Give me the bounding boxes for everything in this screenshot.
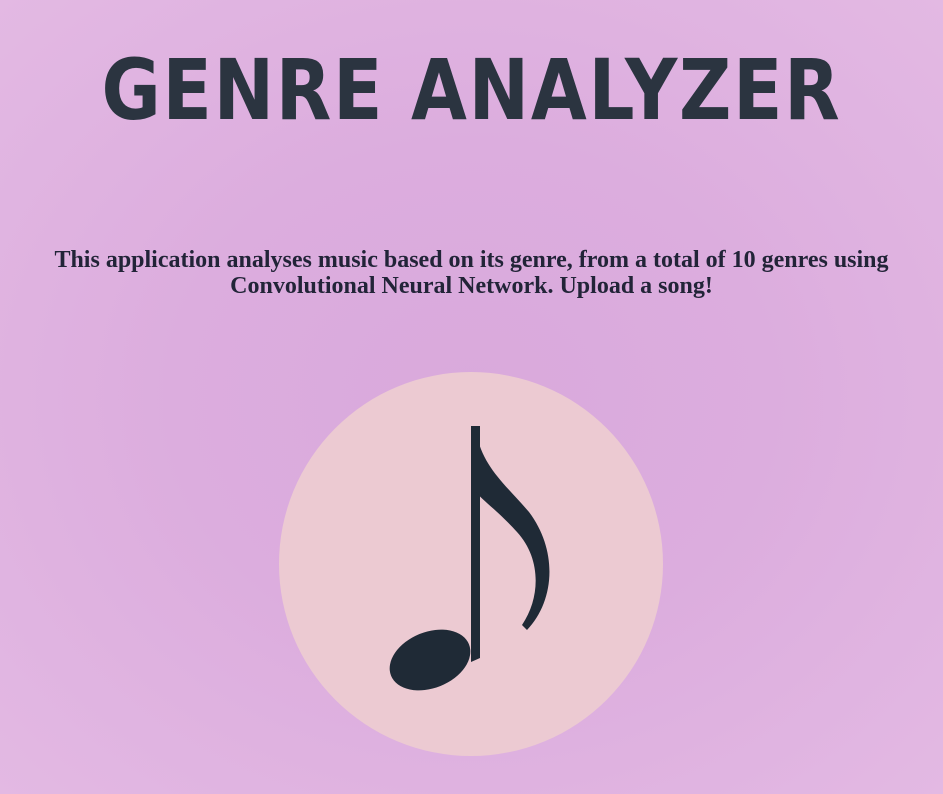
app-description: This application analyses music based on… (54, 247, 889, 299)
app-page: GENRE ANALYZER This application analyses… (0, 0, 943, 794)
music-note-icon[interactable] (279, 372, 663, 756)
page-title: GENRE ANALYZER (101, 41, 842, 139)
